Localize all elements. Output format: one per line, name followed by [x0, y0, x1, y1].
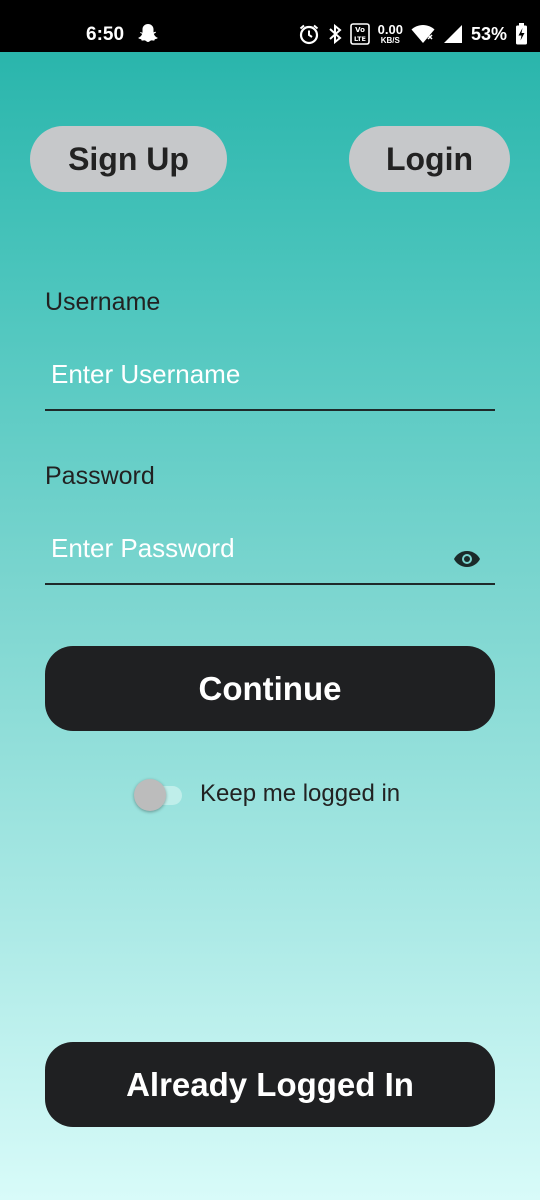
- password-placeholder: Enter Password: [51, 533, 235, 563]
- login-button[interactable]: Login: [349, 126, 510, 192]
- sign-up-button[interactable]: Sign Up: [30, 126, 227, 192]
- username-input[interactable]: Enter Username: [45, 341, 495, 411]
- wifi-icon: [411, 25, 435, 43]
- volte-icon: Vo LTE: [349, 23, 370, 45]
- network-speed-unit: KB/S: [380, 36, 400, 45]
- keep-logged-in-toggle[interactable]: [134, 776, 184, 812]
- already-logged-in-button[interactable]: Already Logged In: [45, 1042, 495, 1127]
- svg-text:Vo: Vo: [355, 26, 365, 34]
- toggle-thumb: [134, 779, 166, 811]
- keep-logged-in-label: Keep me logged in: [200, 780, 401, 807]
- network-speed-value: 0.00: [377, 22, 403, 37]
- signal-icon: [443, 25, 462, 43]
- password-input[interactable]: Enter Password: [45, 515, 495, 585]
- status-time: 6:50: [86, 24, 125, 45]
- username-placeholder: Enter Username: [51, 359, 241, 389]
- network-speed: 0.00 KB/S: [378, 23, 403, 45]
- password-label: Password: [45, 462, 155, 490]
- status-bar: 6:50 Vo LTE 0.00 KB/S 53%: [0, 0, 540, 52]
- svg-text:LTE: LTE: [354, 35, 366, 43]
- eye-icon[interactable]: [453, 549, 481, 569]
- status-icons: Vo LTE 0.00 KB/S 53%: [298, 20, 528, 48]
- keep-logged-in-row: Keep me logged in: [134, 776, 400, 812]
- alarm-icon: [299, 24, 318, 45]
- snapchat-icon: [138, 24, 158, 42]
- battery-charging-icon: [516, 23, 527, 45]
- bluetooth-icon: [328, 23, 342, 45]
- battery-percent: 53%: [470, 23, 507, 44]
- username-label: Username: [45, 288, 161, 316]
- continue-button[interactable]: Continue: [45, 646, 495, 731]
